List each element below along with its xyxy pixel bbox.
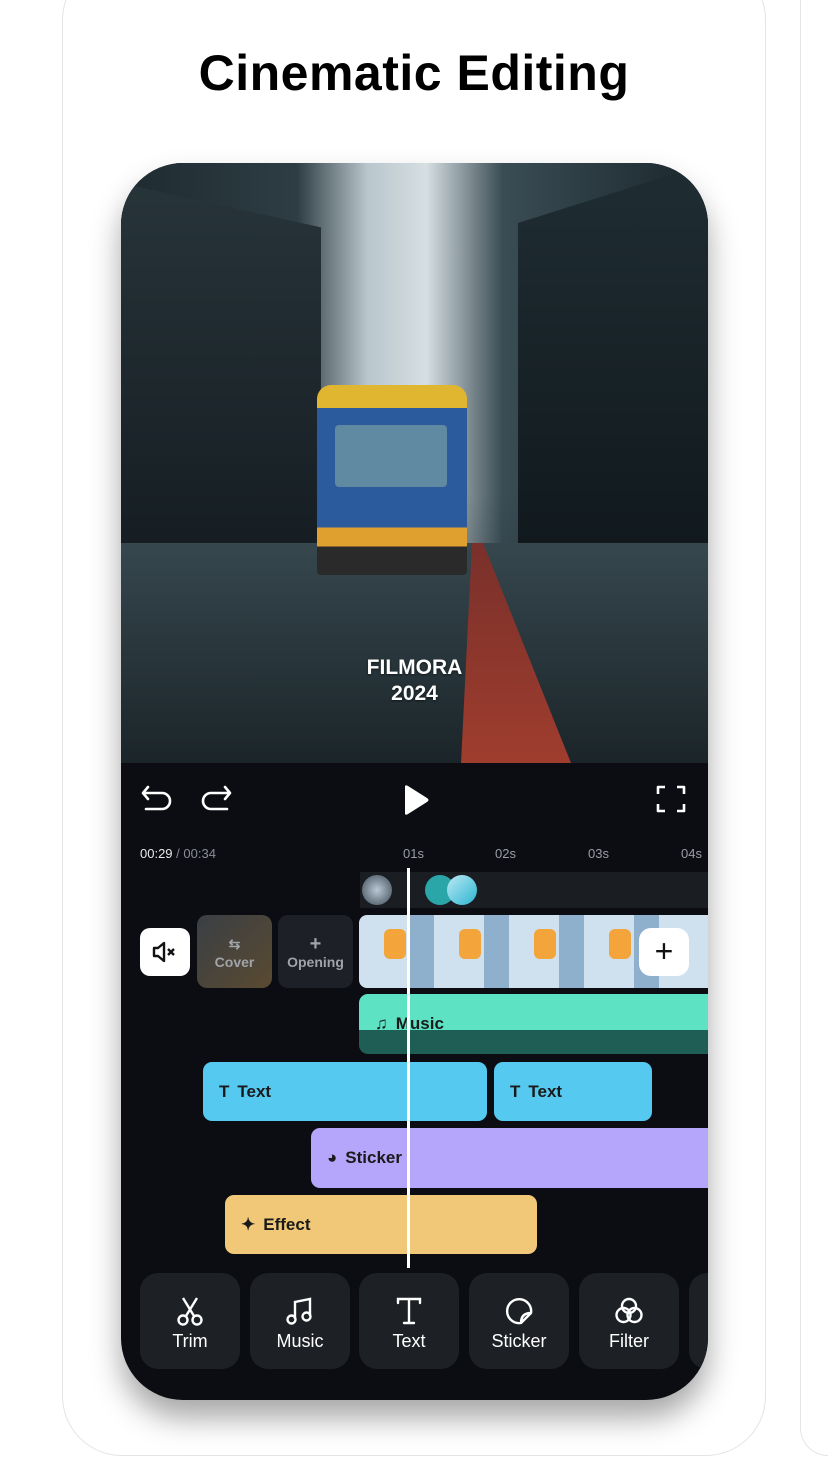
music-clip[interactable]: ♫ Music [359,994,708,1054]
scissors-icon [177,1297,203,1326]
building-right [518,163,708,563]
music-note-icon: ♫ [375,1014,388,1033]
clip-label: Text [528,1081,563,1101]
text-icon: T [219,1081,230,1101]
filmora-watermark: FILMORA 2024 [366,656,463,705]
mute-button[interactable] [140,928,190,976]
frame-thumb [384,929,406,959]
video-preview[interactable]: FILMORA 2024 [121,163,708,763]
tool-more[interactable] [689,1273,708,1369]
building-left [121,183,321,553]
next-card [800,0,828,1456]
cover-button[interactable]: ⇆ Cover [197,915,272,988]
music-note-icon [286,1297,312,1325]
clip-label: Effect [263,1214,311,1234]
redo-icon[interactable] [197,783,233,815]
clip-label: Music [395,1014,444,1033]
opening-button[interactable]: + Opening [278,915,353,988]
tool-filter[interactable]: Filter [579,1273,679,1369]
tick-label: 02s [495,846,516,861]
tool-music[interactable]: Music [250,1273,350,1369]
tool-trim[interactable]: Trim [140,1273,240,1369]
sparkle-icon: ✦ [241,1214,256,1234]
undo-icon[interactable] [140,783,176,815]
tick-label: 01s [403,846,424,861]
time-readout: 00:29 / 00:34 [140,846,216,861]
play-icon[interactable] [401,783,431,817]
overlay-thumb[interactable] [362,875,392,905]
text-clip[interactable]: T Text [203,1062,487,1121]
tool-text[interactable]: Text [359,1273,459,1369]
effect-clip[interactable]: ✦ Effect [225,1195,537,1254]
sticker-icon [505,1297,533,1325]
frame-thumb [534,929,556,959]
frame-thumb [609,929,631,959]
tick-label: 03s [588,846,609,861]
speaker-mute-icon [152,941,175,963]
add-clip-button[interactable]: + [639,928,689,976]
tick-label: 04s [681,846,702,861]
page-title: Cinematic Editing [198,45,630,101]
tool-sticker[interactable]: Sticker [469,1273,569,1369]
phone-mockup: FILMORA 2024 00:29 / 00:34 01s 02s 03s 04… [121,163,708,1400]
sticker-overlay-track [360,872,708,908]
street [121,543,708,763]
overlay-thumb[interactable] [447,875,477,905]
clip-label: Sticker [345,1148,402,1167]
tram [317,385,467,575]
playhead[interactable] [407,868,410,1268]
fullscreen-icon[interactable] [656,784,686,814]
clip-label: Text [237,1081,272,1101]
text-clip[interactable]: T Text [494,1062,652,1121]
sticker-icon: ◕ [327,1148,338,1167]
text-icon [396,1297,422,1325]
sticker-clip[interactable]: ◕ Sticker [311,1128,708,1188]
frame-thumb [459,929,481,959]
text-icon: T [510,1081,521,1101]
filter-icon [615,1297,643,1324]
